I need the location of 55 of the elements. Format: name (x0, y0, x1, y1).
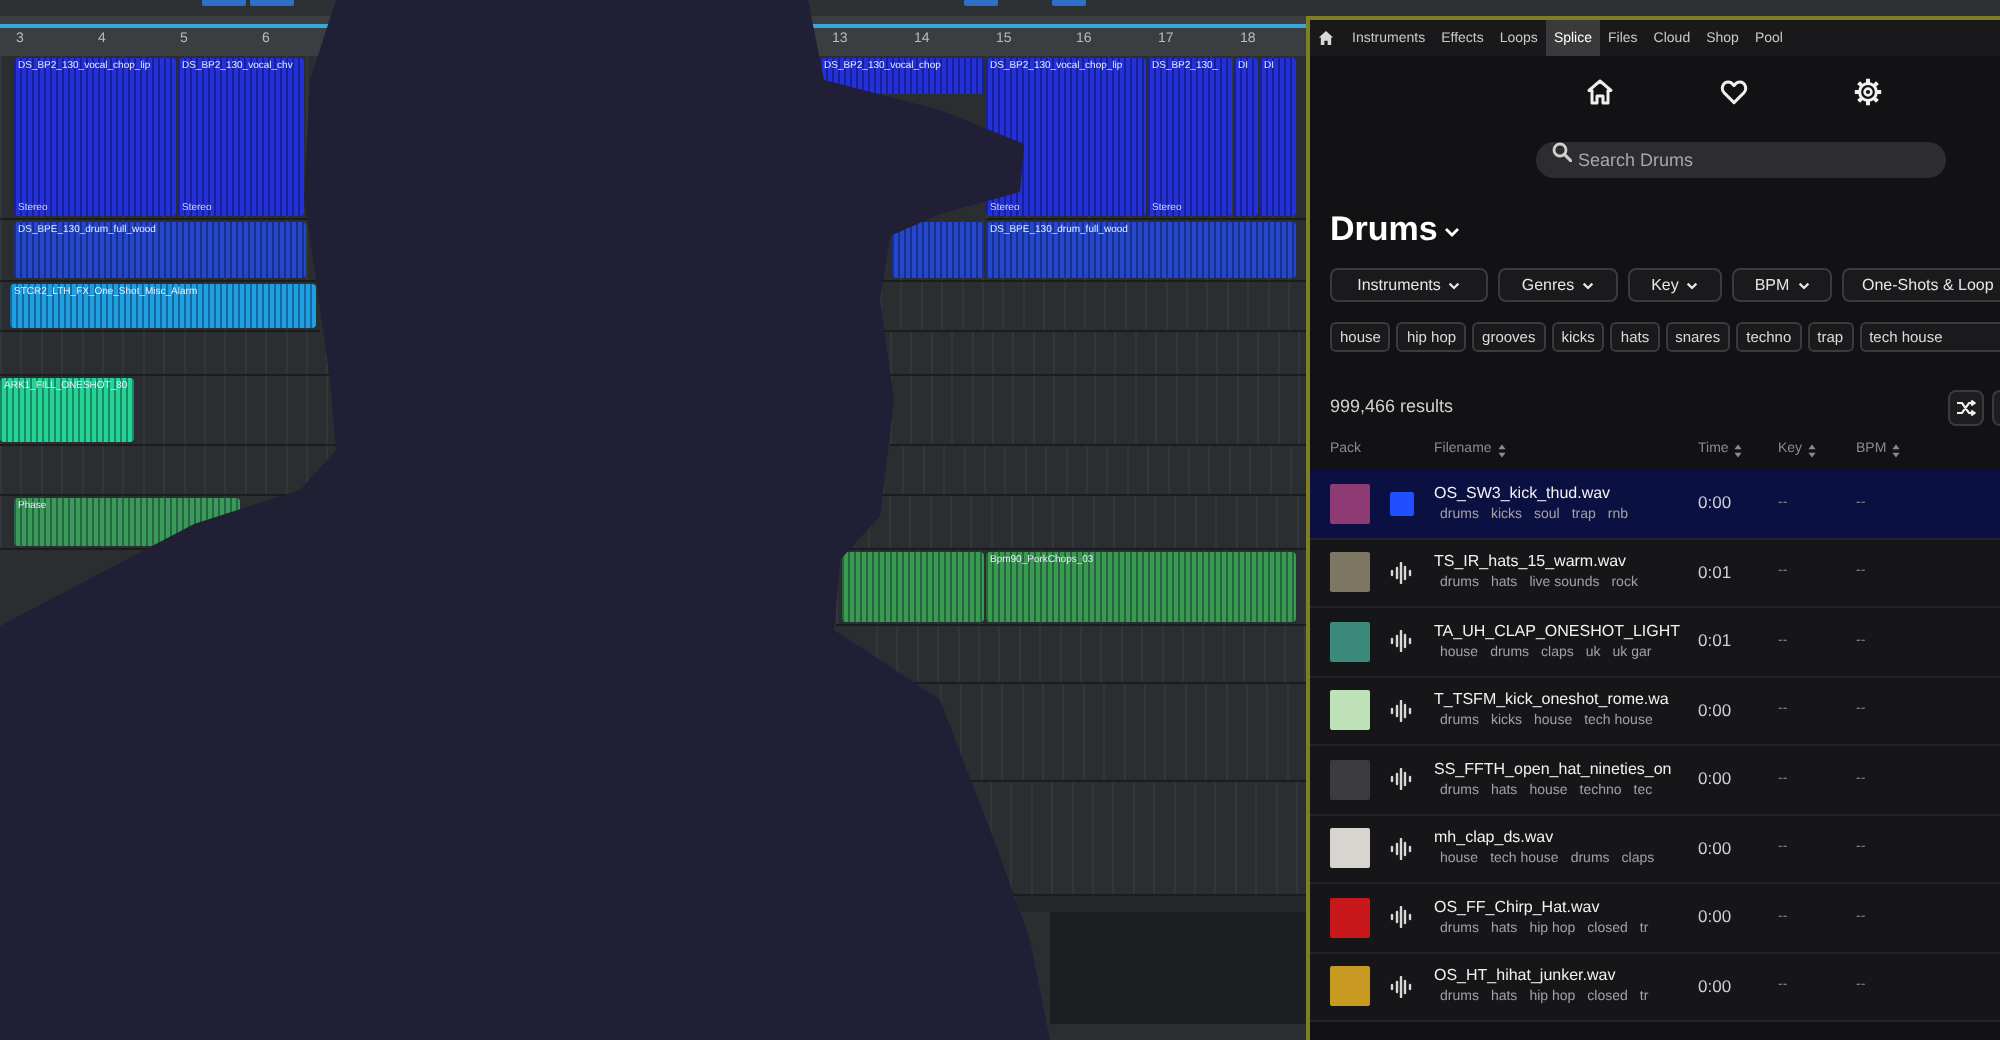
filter-dropdown[interactable]: Genres (1498, 268, 1618, 302)
cover-art-placeholder (1330, 552, 1370, 593)
duration: 0:00 (1698, 973, 1732, 1000)
search-icon (1552, 142, 1572, 162)
cover-art-placeholder (1330, 690, 1370, 731)
chevron-down-icon (1582, 281, 1595, 289)
waveform-icon[interactable] (1390, 699, 1412, 722)
waveform-icon[interactable] (1390, 837, 1412, 860)
chevron-down-icon (1797, 281, 1810, 289)
home-icon[interactable] (1318, 30, 1334, 46)
duration: 0:00 (1698, 697, 1732, 724)
waveform-icon[interactable] (1390, 975, 1412, 998)
filename[interactable]: OS_SW3_kick_thud.wav (1434, 485, 1698, 502)
shuffle-icon (1956, 400, 1976, 416)
duration: 0:00 (1698, 835, 1732, 862)
square-icon[interactable] (1390, 491, 1414, 516)
gear-icon[interactable] (1854, 78, 1882, 106)
chevron-down-icon (1686, 281, 1699, 289)
filter-dropdown[interactable]: One-Shots & Loop (1842, 268, 2000, 302)
filter-dropdown[interactable]: BPM (1732, 268, 1832, 302)
audio-clip[interactable] (842, 552, 984, 622)
duration: 0:01 (1698, 559, 1732, 586)
home-icon[interactable] (1586, 78, 1614, 106)
duration: 0:01 (1698, 628, 1732, 655)
shuffle-button[interactable] (1948, 390, 1984, 426)
search-field[interactable]: Search Drums (1536, 142, 1946, 178)
filename[interactable]: SS_FFTH_open_hat_nineties_on (1434, 761, 1698, 778)
filename[interactable]: TS_IR_hats_15_warm.wav (1434, 554, 1698, 571)
filename[interactable]: T_TSFM_kick_oneshot_rome.wa (1434, 692, 1698, 709)
cover-art-placeholder (1330, 897, 1370, 938)
cover-art-placeholder (1330, 828, 1370, 869)
waveform-icon[interactable] (1390, 768, 1412, 791)
waveform-icon[interactable] (1390, 906, 1412, 929)
cover-art-placeholder (1330, 483, 1370, 524)
chevron-down-icon (1448, 281, 1461, 289)
category-heading[interactable]: Drums (1330, 211, 1438, 245)
heart-icon[interactable] (1720, 78, 1748, 106)
result-count: 999,466 results (1330, 394, 1456, 421)
filename[interactable]: mh_clap_ds.wav (1434, 830, 1698, 847)
horizontal-scrollbar[interactable] (1016, 896, 1306, 912)
duration: 0:00 (1698, 490, 1732, 517)
filename[interactable]: OS_FF_Chirp_Hat.wav (1434, 899, 1698, 916)
filename[interactable]: TA_UH_CLAP_ONESHOT_LIGHT (1434, 623, 1698, 640)
cover-art-placeholder (1330, 759, 1370, 800)
duration: 0:00 (1698, 766, 1732, 793)
filename[interactable]: OS_HT_hihat_junker.wav (1434, 968, 1698, 985)
filter-dropdown[interactable]: Key (1628, 268, 1722, 302)
chevron-down-icon[interactable] (1443, 226, 1460, 238)
cover-art-placeholder (1330, 621, 1370, 662)
waveform-icon[interactable] (1390, 561, 1412, 584)
audio-clip[interactable] (892, 222, 984, 278)
waveform-icon[interactable] (1390, 630, 1412, 653)
duration: 0:00 (1698, 904, 1732, 931)
cover-art-placeholder (1330, 966, 1370, 1007)
filter-dropdown[interactable]: Instruments (1330, 268, 1488, 302)
